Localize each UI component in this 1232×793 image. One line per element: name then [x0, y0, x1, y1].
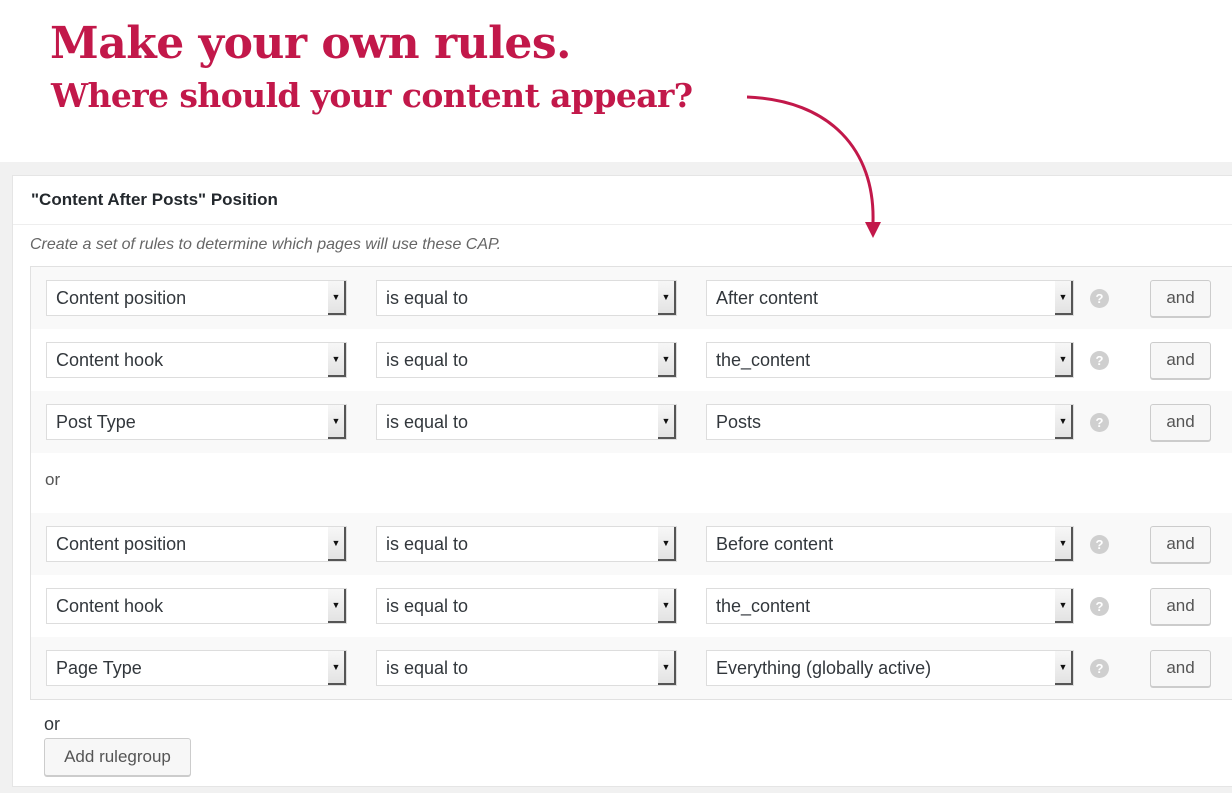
position-rules-panel: "Content After Posts" Position Create a …: [12, 175, 1232, 787]
add-and-rule-button[interactable]: and: [1150, 525, 1211, 563]
caret-down-icon: ▼: [328, 527, 346, 561]
add-rulegroup-button[interactable]: Add rulegroup: [44, 738, 191, 776]
rule-row: Page Type ▼ is equal to ▼ Everything (gl…: [31, 637, 1232, 699]
caret-down-icon: ▼: [1055, 589, 1073, 623]
caret-down-icon: ▼: [1055, 281, 1073, 315]
caret-down-icon: ▼: [1055, 343, 1073, 377]
rule-value-select[interactable]: the_content ▼: [706, 342, 1074, 378]
caret-down-icon: ▼: [658, 281, 676, 315]
caret-down-icon: ▼: [328, 405, 346, 439]
rule-param-select[interactable]: Content hook ▼: [46, 342, 347, 378]
rule-operator-select[interactable]: is equal to ▼: [376, 342, 677, 378]
panel-title: "Content After Posts" Position: [31, 190, 278, 209]
question-circle-icon[interactable]: ?: [1090, 412, 1109, 432]
hero-subtitle: Where should your content appear?: [51, 76, 693, 115]
rule-row: Content position ▼ is equal to ▼ Before …: [31, 513, 1232, 575]
caret-down-icon: ▼: [1055, 651, 1073, 685]
caret-down-icon: ▼: [328, 343, 346, 377]
rule-groups: Content position ▼ is equal to ▼ After c…: [30, 266, 1232, 700]
caret-down-icon: ▼: [328, 589, 346, 623]
question-circle-icon[interactable]: ?: [1090, 596, 1109, 616]
hero-banner: Make your own rules. Where should your c…: [0, 0, 1232, 162]
caret-down-icon: ▼: [658, 343, 676, 377]
or-label: or: [45, 470, 61, 489]
rule-row: Post Type ▼ is equal to ▼ Posts ▼ ? and: [31, 391, 1232, 453]
rule-value-select[interactable]: Before content ▼: [706, 526, 1074, 562]
rule-value-select[interactable]: Everything (globally active) ▼: [706, 650, 1074, 686]
caret-down-icon: ▼: [1055, 527, 1073, 561]
caret-down-icon: ▼: [1055, 405, 1073, 439]
rule-param-select[interactable]: Content position ▼: [46, 526, 347, 562]
add-and-rule-button[interactable]: and: [1150, 649, 1211, 687]
rule-operator-select[interactable]: is equal to ▼: [376, 526, 677, 562]
rule-value-select[interactable]: the_content ▼: [706, 588, 1074, 624]
question-circle-icon[interactable]: ?: [1090, 288, 1109, 308]
rule-value-select[interactable]: Posts ▼: [706, 404, 1074, 440]
panel-description: Create a set of rules to determine which…: [30, 236, 502, 253]
or-separator: or: [31, 453, 1232, 513]
rule-param-select[interactable]: Content hook ▼: [46, 588, 347, 624]
caret-down-icon: ▼: [658, 527, 676, 561]
add-and-rule-button[interactable]: and: [1150, 341, 1211, 379]
rule-row: Content hook ▼ is equal to ▼ the_content…: [31, 329, 1232, 391]
add-and-rule-button[interactable]: and: [1150, 587, 1211, 625]
question-circle-icon[interactable]: ?: [1090, 350, 1109, 370]
rule-row: Content hook ▼ is equal to ▼ the_content…: [31, 575, 1232, 637]
caret-down-icon: ▼: [658, 589, 676, 623]
rule-param-select[interactable]: Content position ▼: [46, 280, 347, 316]
rule-operator-select[interactable]: is equal to ▼: [376, 404, 677, 440]
question-circle-icon[interactable]: ?: [1090, 658, 1109, 678]
rule-operator-select[interactable]: is equal to ▼: [376, 650, 677, 686]
rule-operator-select[interactable]: is equal to ▼: [376, 280, 677, 316]
question-circle-icon[interactable]: ?: [1090, 534, 1109, 554]
caret-down-icon: ▼: [658, 405, 676, 439]
rule-param-select[interactable]: Post Type ▼: [46, 404, 347, 440]
add-and-rule-button[interactable]: and: [1150, 403, 1211, 441]
rule-row: Content position ▼ is equal to ▼ After c…: [31, 267, 1232, 329]
hero-title: Make your own rules.: [50, 18, 571, 69]
add-and-rule-button[interactable]: and: [1150, 279, 1211, 317]
rule-operator-select[interactable]: is equal to ▼: [376, 588, 677, 624]
rule-value-select[interactable]: After content ▼: [706, 280, 1074, 316]
caret-down-icon: ▼: [328, 651, 346, 685]
rule-groups-divider: [31, 699, 1232, 700]
panel-header: "Content After Posts" Position: [13, 176, 1232, 225]
caret-down-icon: ▼: [328, 281, 346, 315]
footer-or-label: or: [44, 714, 61, 734]
rule-param-select[interactable]: Page Type ▼: [46, 650, 347, 686]
caret-down-icon: ▼: [658, 651, 676, 685]
